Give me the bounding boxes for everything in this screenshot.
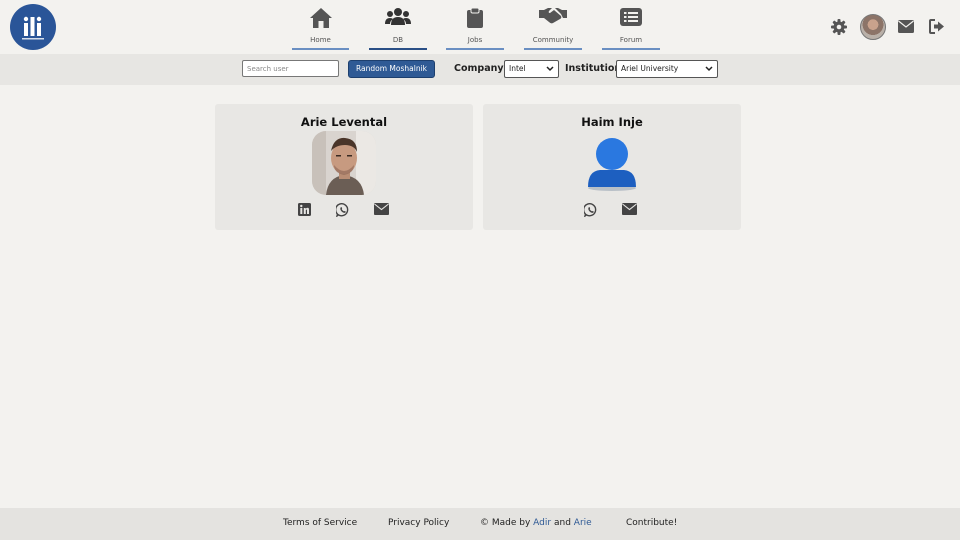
nav-db[interactable]: DB — [369, 0, 427, 50]
header: Home DB Jobs Community Forum — [0, 0, 960, 54]
company-select[interactable]: Intel — [504, 60, 559, 78]
logo[interactable] — [10, 4, 56, 50]
chevron-down-icon — [705, 66, 713, 72]
nav-underline — [369, 48, 427, 50]
author-link-adir[interactable]: Adir — [533, 518, 551, 528]
linkedin-icon[interactable] — [298, 203, 311, 216]
nav-home[interactable]: Home — [292, 0, 349, 50]
user-name: Haim Inje — [581, 115, 643, 129]
nav-community-label: Community — [532, 36, 574, 44]
random-moshalnik-button[interactable]: Random Moshalnik — [348, 60, 435, 78]
user-card[interactable]: Arie Levental — [215, 104, 473, 230]
nav-underline — [602, 48, 660, 50]
default-avatar-icon[interactable] — [580, 131, 644, 195]
nav-home-label: Home — [310, 36, 331, 44]
profile-photo[interactable] — [312, 131, 376, 195]
users-icon — [385, 8, 411, 25]
nav-jobs[interactable]: Jobs — [446, 0, 504, 50]
terms-of-service-link[interactable]: Terms of Service — [283, 518, 357, 528]
nav-forum[interactable]: Forum — [602, 0, 660, 50]
whatsapp-icon[interactable] — [336, 203, 350, 217]
nav-forum-label: Forum — [619, 36, 643, 44]
user-name: Arie Levental — [300, 115, 388, 129]
nav-db-label: DB — [392, 36, 404, 44]
company-label: Company: — [454, 63, 508, 74]
gear-icon[interactable] — [831, 19, 847, 35]
home-icon — [309, 8, 332, 28]
nav-underline — [524, 48, 582, 50]
made-by-prefix: © Made by — [480, 518, 531, 528]
author-link-arie[interactable]: Arie — [574, 518, 592, 528]
list-icon — [620, 8, 642, 26]
contribute-link[interactable]: Contribute! — [626, 518, 677, 528]
made-by-and: and — [553, 518, 571, 528]
user-card[interactable]: Haim Inje — [483, 104, 741, 230]
privacy-policy-link[interactable]: Privacy Policy — [388, 518, 449, 528]
envelope-icon[interactable] — [374, 203, 389, 215]
nav-underline — [292, 48, 349, 50]
envelope-icon[interactable] — [898, 20, 914, 33]
made-by-credit: © Made by Adir and Arie — [480, 518, 592, 528]
nav-community[interactable]: Community — [524, 0, 582, 50]
nav-underline — [446, 48, 504, 50]
company-select-value: Intel — [509, 64, 526, 73]
institution-select-value: Ariel University — [621, 64, 679, 73]
chevron-down-icon — [546, 66, 554, 72]
sign-out-icon[interactable] — [929, 19, 945, 34]
avatar[interactable] — [860, 14, 886, 40]
handshake-icon — [539, 8, 567, 24]
institution-select[interactable]: Ariel University — [616, 60, 718, 78]
clipboard-icon — [467, 7, 483, 28]
search-input[interactable] — [242, 60, 339, 77]
whatsapp-icon[interactable] — [584, 203, 598, 217]
nav-jobs-label: Jobs — [467, 36, 483, 44]
envelope-icon[interactable] — [622, 203, 637, 215]
